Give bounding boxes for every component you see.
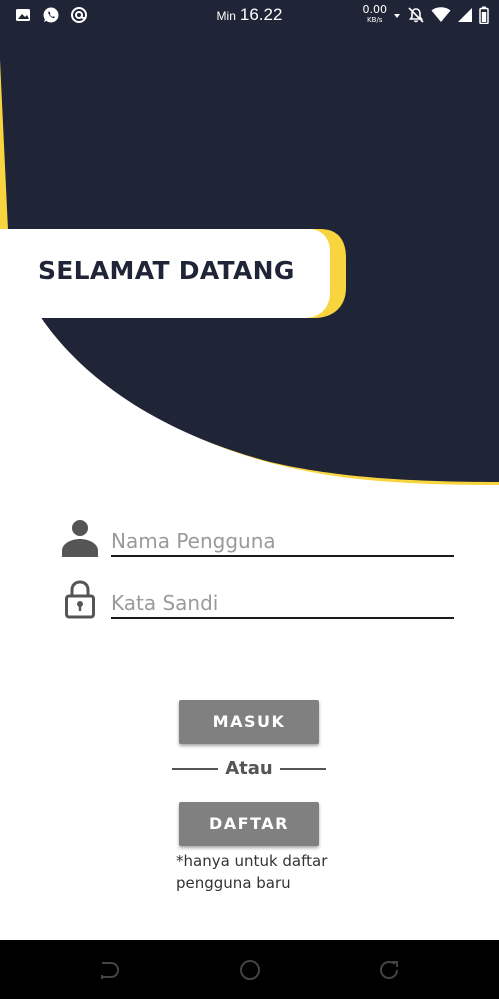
back-icon[interactable] <box>99 959 121 981</box>
signal-icon <box>458 8 472 22</box>
status-bar: Min 16.22 0.00 KB/s <box>0 0 499 30</box>
wifi-icon <box>431 7 451 22</box>
login-button[interactable]: MASUK <box>179 700 319 744</box>
header-background <box>0 0 499 485</box>
network-speed: 0.00 KB/s <box>363 4 388 25</box>
clock-period: Min <box>216 9 236 23</box>
password-field[interactable]: Kata Sandi <box>60 569 454 619</box>
lock-icon <box>65 580 95 619</box>
login-screen: SELAMAT DATANG Min 16.22 0.00 KB/s Nama … <box>0 0 499 999</box>
username-field[interactable]: Nama Pengguna <box>60 507 454 557</box>
battery-icon <box>479 6 489 24</box>
data-arrows-icon <box>394 14 400 18</box>
username-underline <box>111 555 454 557</box>
home-icon[interactable] <box>239 959 261 981</box>
password-placeholder[interactable]: Kata Sandi <box>111 591 218 615</box>
clock-time: 16.22 <box>239 5 283 24</box>
password-underline <box>111 617 454 619</box>
or-divider: Atau <box>172 758 326 780</box>
alarm-off-icon <box>408 7 424 23</box>
or-divider-right-line <box>280 768 326 770</box>
recents-icon[interactable] <box>378 959 400 981</box>
register-button[interactable]: DAFTAR <box>179 802 319 846</box>
username-placeholder[interactable]: Nama Pengguna <box>111 529 276 553</box>
welcome-title: SELAMAT DATANG <box>38 256 295 285</box>
network-speed-unit: KB/s <box>367 16 383 24</box>
navigation-bar <box>0 940 499 999</box>
register-note: *hanya untuk daftar pengguna baru <box>176 852 328 892</box>
user-icon <box>62 520 98 557</box>
